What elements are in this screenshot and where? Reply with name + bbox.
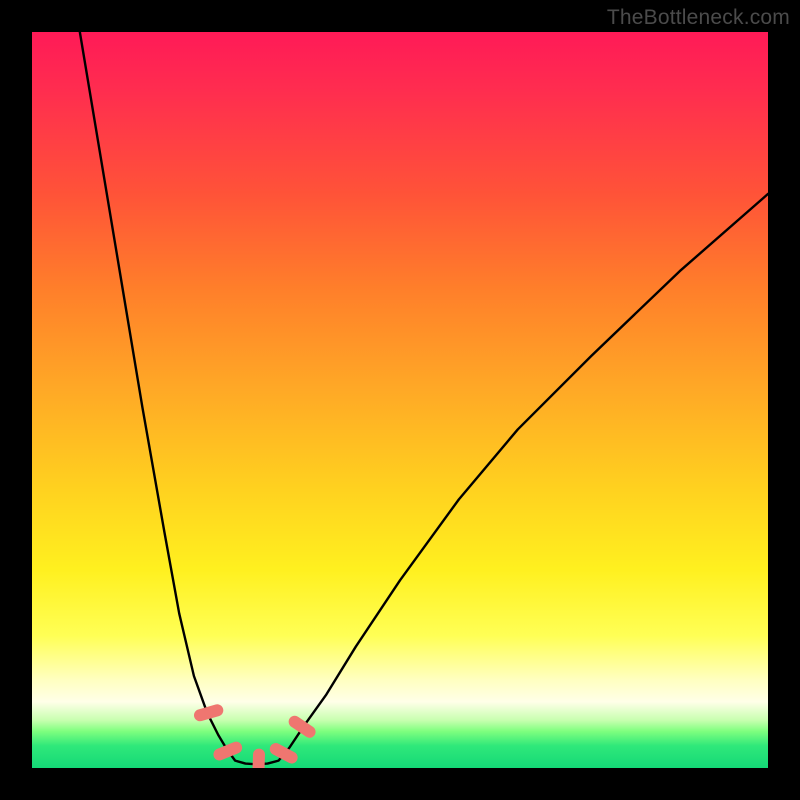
- curve-group: [80, 32, 768, 764]
- valley-marker: [252, 748, 265, 768]
- left-marker-upper-shape: [193, 703, 225, 723]
- chart-frame: TheBottleneck.com: [0, 0, 800, 800]
- marker-group: [193, 703, 318, 768]
- bottleneck-curve: [80, 32, 768, 764]
- watermark-text: TheBottleneck.com: [607, 6, 790, 30]
- right-marker-upper: [286, 713, 318, 740]
- left-marker-upper: [193, 703, 225, 723]
- right-marker-upper-shape: [286, 713, 318, 740]
- left-marker-lower: [212, 740, 244, 762]
- chart-svg: [32, 32, 768, 768]
- left-marker-lower-shape: [212, 740, 244, 762]
- valley-marker-shape: [252, 748, 265, 768]
- plot-area: [32, 32, 768, 768]
